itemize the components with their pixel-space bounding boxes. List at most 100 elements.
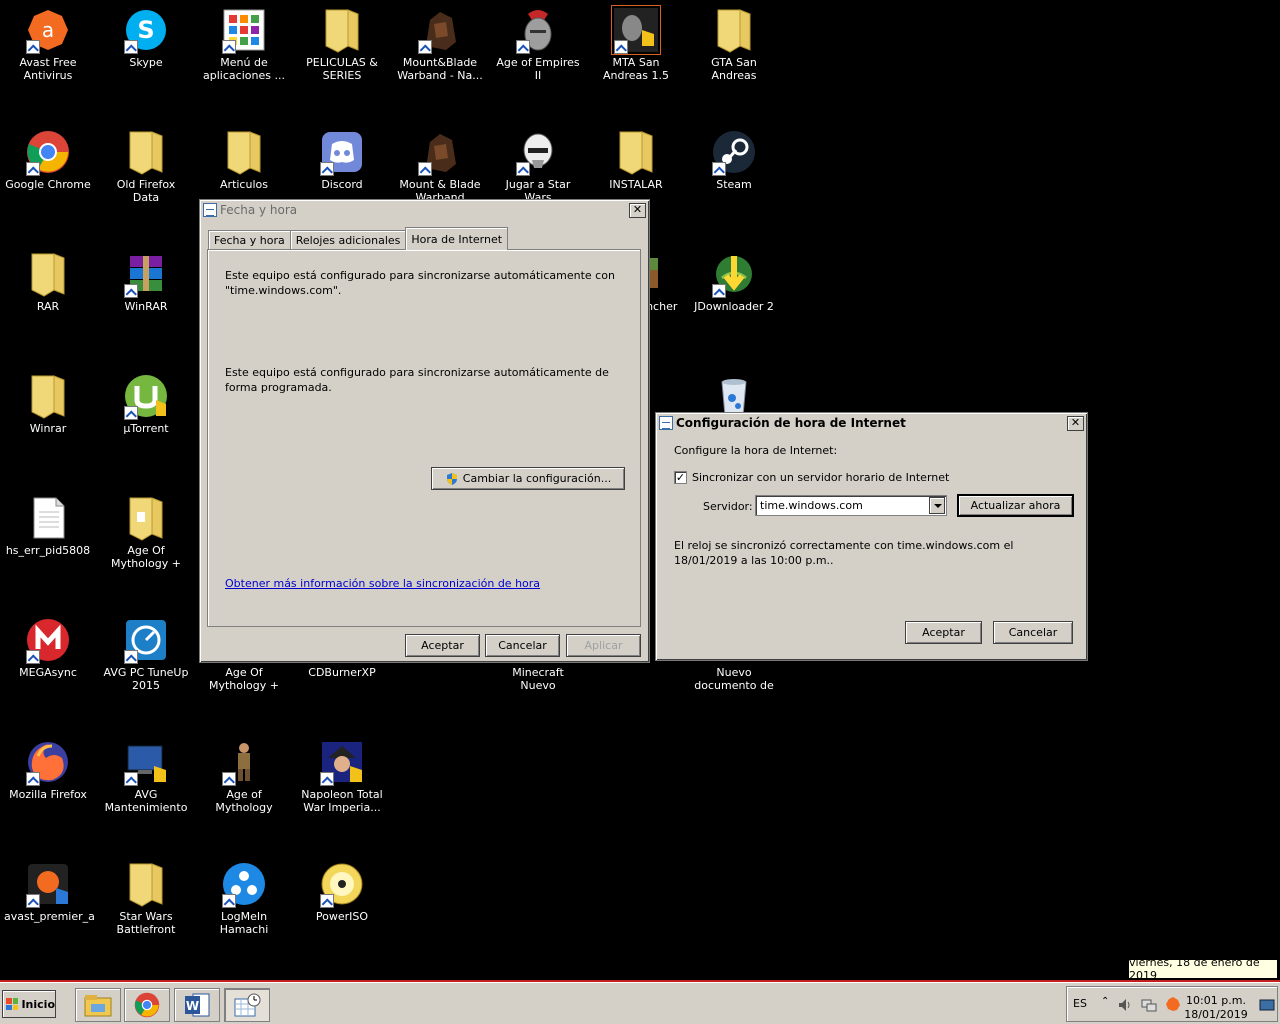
tab-hora-de-internet[interactable]: Hora de Internet (405, 227, 509, 250)
desktop-icon-firefox[interactable]: Mozilla Firefox (2, 738, 94, 801)
desktop-icon-aom-folder[interactable]: Age Of Mythology + Expansion T... (100, 494, 192, 570)
server-select-value: time.windows.com (760, 499, 863, 512)
internet-time-close-button[interactable]: ✕ (1067, 415, 1084, 431)
icon-label: Google Chrome (5, 178, 91, 191)
sync-checkbox-label: Sincronizar con un servidor horario de I… (692, 471, 950, 484)
clock-time[interactable]: 10:01 p.m. (1181, 994, 1251, 1007)
desktop-icon-chrome[interactable]: Google Chrome (2, 128, 94, 191)
chevron-down-icon[interactable] (929, 497, 945, 514)
folder-icon (717, 9, 751, 53)
desktop-icon-hs-err[interactable]: hs_err_pid5808 (2, 494, 94, 557)
desktop-icon-discord[interactable]: Discord (296, 128, 388, 191)
network-icon[interactable] (1141, 997, 1157, 1013)
desktop-icon-apps-menu[interactable]: Menú de aplicaciones ... (198, 6, 290, 82)
svg-text:W: W (186, 999, 199, 1013)
desktop-icon-winrar-folder[interactable]: Winrar (2, 372, 94, 435)
desktop-icon-old-firefox[interactable]: Old Firefox Data (100, 128, 192, 204)
icon-label: JDownloader 2 (694, 300, 774, 313)
icon-label: µTorrent (123, 422, 169, 435)
internet-time-titlebar[interactable]: Configuración de hora de Internet ✕ (656, 413, 1087, 433)
folder-icon (129, 497, 163, 541)
desktop-icon-gta[interactable]: GTA San Andreas (688, 6, 780, 82)
desktop-icon-avg-mant[interactable]: AVG Mantenimiento con 1 clic (100, 738, 192, 814)
update-now-button[interactable]: Actualizar ahora (957, 494, 1074, 517)
sync-status-text: El reloj se sincronizó correctamente con… (674, 539, 1014, 567)
show-desktop-icon[interactable] (1259, 997, 1275, 1013)
desktop-icon-mta[interactable]: MTA San Andreas 1.5 (590, 5, 682, 82)
show-hidden-icons-icon[interactable]: ⌃ (1101, 996, 1109, 1007)
datetime-cancel-button[interactable]: Cancelar (485, 634, 560, 657)
desktop-icon-utorrent[interactable]: µTorrent (100, 372, 192, 435)
text-file-icon (33, 497, 65, 539)
clock-calendar-icon (203, 203, 217, 217)
folder-icon (129, 131, 163, 175)
volume-icon[interactable] (1117, 997, 1133, 1013)
icon-label: Age of Mythology (215, 788, 273, 814)
desktop-icon-aom[interactable]: Age of Mythology (198, 738, 290, 814)
icon-label: Minecraft Nuevo (512, 666, 564, 692)
icon-label: Menú de aplicaciones ... (203, 56, 285, 82)
folder-icon (227, 131, 261, 175)
taskbar-chrome-button[interactable] (124, 988, 170, 1022)
desktop-icon-aoe[interactable]: Age of Empires II (492, 6, 584, 82)
desktop-icon-starwars-bf2[interactable]: Jugar a Star Wars Battlefront II (492, 128, 584, 204)
date-tooltip: viernes, 18 de enero de 2019 (1128, 956, 1278, 982)
language-indicator[interactable]: ES (1073, 997, 1087, 1010)
desktop-icon-jdownloader[interactable]: JDownloader 2 (688, 250, 780, 313)
change-settings-button[interactable]: Cambiar la configuración... (431, 467, 625, 490)
desktop-icon-instalar[interactable]: INSTALAR (590, 128, 682, 191)
internet-time-cancel-button[interactable]: Cancelar (993, 621, 1073, 644)
taskbar-datetime-button[interactable] (224, 988, 270, 1022)
sync-checkbox[interactable]: ✓ (674, 471, 687, 484)
folder-icon (325, 9, 359, 53)
desktop-icon-swbf2004[interactable]: Star Wars Battlefront (2004) (100, 860, 192, 936)
icon-label: Mount&Blade Warband - Na... (397, 56, 483, 82)
icon-label: Star Wars Battlefront (2004) (116, 910, 176, 936)
internet-time-tabpanel: Este equipo está configurado para sincro… (207, 249, 641, 627)
icon-label: INSTALAR (609, 178, 663, 191)
taskbar-word-button[interactable]: W (174, 988, 220, 1022)
start-label: Inicio (21, 997, 55, 1011)
tab-fecha-y-hora[interactable]: Fecha y hora (208, 230, 291, 250)
more-info-link[interactable]: Obtener más información sobre la sincron… (225, 576, 540, 591)
server-select[interactable]: time.windows.com (755, 495, 947, 516)
desktop-icon-hamachi[interactable]: LogMeIn Hamachi (198, 860, 290, 936)
datetime-dialog: Fecha y hora ✕ Fecha y hora Relojes adic… (199, 199, 650, 663)
avast-tray-icon[interactable] (1165, 996, 1181, 1012)
folder-icon (31, 253, 65, 297)
clock-calendar-icon (234, 993, 261, 1017)
start-button[interactable]: Inicio (2, 990, 56, 1018)
desktop-icon-peliculas[interactable]: PELICULAS & SERIES (296, 6, 388, 82)
icon-label: WinRAR (124, 300, 168, 313)
desktop-icon-articulos[interactable]: Articulos (198, 128, 290, 191)
icon-label: GTA San Andreas (711, 56, 757, 82)
desktop-icon-avast-premier[interactable]: avast_premier_a... (2, 860, 94, 923)
desktop-icon-megasync[interactable]: MEGAsync (2, 616, 94, 679)
icon-label: Age of Empires II (496, 56, 580, 82)
clock-date[interactable]: 18/01/2019 (1181, 1008, 1251, 1021)
datetime-apply-button[interactable]: Aplicar (566, 634, 641, 657)
tab-relojes-adicionales[interactable]: Relojes adicionales (289, 230, 407, 250)
desktop-icon-napoleon[interactable]: Napoleon Total War Imperia... (296, 738, 388, 814)
chrome-icon (134, 992, 160, 1018)
desktop-icon-winrar[interactable]: WinRAR (100, 250, 192, 313)
desktop-icon-rar[interactable]: RAR (2, 250, 94, 313)
datetime-ok-button[interactable]: Aceptar (405, 634, 480, 657)
desktop-icon-avast[interactable]: a Avast Free Antivirus (2, 6, 94, 82)
icon-label: Age Of Mythology + Expansion T... (208, 666, 279, 692)
desktop-icon-poweriso[interactable]: PowerISO (296, 860, 388, 923)
desktop-icon-skype[interactable]: S Skype (100, 6, 192, 69)
datetime-title: Fecha y hora (220, 203, 298, 217)
folder-icon (129, 863, 163, 907)
svg-text:a: a (42, 18, 54, 42)
desktop-icon-mountblade[interactable]: Mount & Blade Warband (394, 128, 486, 204)
datetime-titlebar[interactable]: Fecha y hora ✕ (200, 200, 649, 220)
clock-calendar-icon (659, 416, 673, 430)
desktop-icon-steam[interactable]: Steam (688, 128, 780, 191)
desktop-icon-avg-tuneup[interactable]: AVG PC TuneUp 2015 (100, 616, 192, 692)
change-settings-label: Cambiar la configuración... (462, 472, 612, 485)
internet-time-ok-button[interactable]: Aceptar (905, 621, 982, 644)
taskbar-explorer-button[interactable] (75, 988, 121, 1022)
datetime-close-button[interactable]: ✕ (629, 202, 646, 218)
desktop-icon-mountblade-na[interactable]: Mount&Blade Warband - Na... (394, 6, 486, 82)
